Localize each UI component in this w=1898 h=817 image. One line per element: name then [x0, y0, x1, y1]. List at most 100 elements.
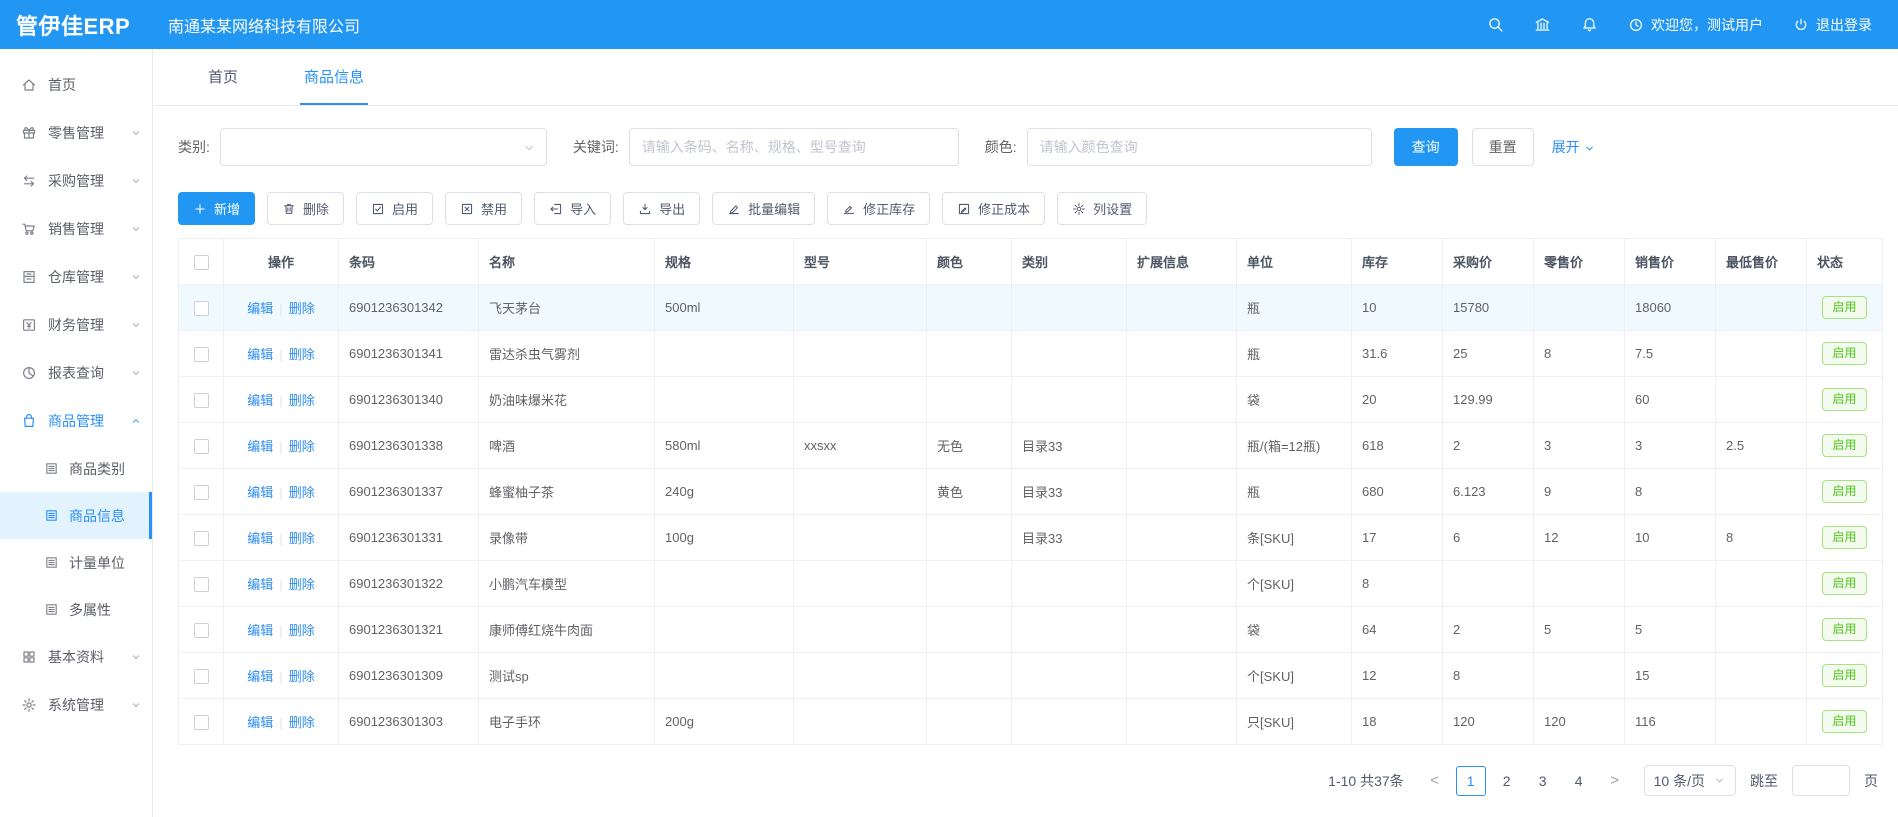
- disable-button[interactable]: 禁用: [445, 192, 522, 225]
- delete-link[interactable]: 删除: [289, 347, 315, 362]
- sidebar-item-goods-category[interactable]: 商品类别: [0, 445, 152, 492]
- prev-page-button[interactable]: <: [1420, 766, 1450, 796]
- sidebar-item-measure-unit[interactable]: 计量单位: [0, 539, 152, 586]
- expand-filters-link[interactable]: 展开: [1552, 137, 1596, 157]
- cell-stock: 18: [1352, 699, 1443, 745]
- logout-button[interactable]: 退出登录: [1793, 15, 1872, 35]
- welcome-user[interactable]: 欢迎您，测试用户: [1628, 15, 1763, 35]
- next-page-button[interactable]: >: [1600, 766, 1630, 796]
- edit-link[interactable]: 编辑: [247, 669, 273, 684]
- edit-link[interactable]: 编辑: [247, 577, 273, 592]
- reset-button[interactable]: 重置: [1472, 128, 1534, 166]
- edit-link[interactable]: 编辑: [247, 623, 273, 638]
- delete-link[interactable]: 删除: [289, 623, 315, 638]
- edit-link[interactable]: 编辑: [247, 485, 273, 500]
- adjust-cost-button[interactable]: 修正成本: [942, 192, 1045, 225]
- tab-home[interactable]: 首页: [204, 49, 242, 105]
- notifications-button[interactable]: [1581, 16, 1598, 33]
- row-checkbox[interactable]: [194, 531, 209, 546]
- color-input[interactable]: [1027, 128, 1372, 166]
- edit-link[interactable]: 编辑: [247, 531, 273, 546]
- cell-category: [1012, 607, 1127, 653]
- select-all-checkbox[interactable]: [194, 255, 209, 270]
- adjust-stock-button[interactable]: 修正库存: [827, 192, 930, 225]
- cell-name: 测试sp: [479, 653, 655, 699]
- delete-link[interactable]: 删除: [289, 715, 315, 730]
- delete-link[interactable]: 删除: [289, 301, 315, 316]
- sidebar-nav: 首页零售管理采购管理销售管理仓库管理财务管理报表查询商品管理商品类别商品信息计量…: [0, 49, 153, 817]
- cell-retail_price: 12: [1534, 515, 1625, 561]
- row-checkbox[interactable]: [194, 577, 209, 592]
- table-row: 编辑|删除6901236301321康师傅红烧牛肉面袋64255启用: [179, 607, 1883, 653]
- row-checkbox[interactable]: [194, 347, 209, 362]
- edit-link[interactable]: 编辑: [247, 393, 273, 408]
- edit-link[interactable]: 编辑: [247, 439, 273, 454]
- cell-barcode: 6901236301342: [339, 285, 479, 331]
- sidebar-item-warehouse[interactable]: 仓库管理: [0, 253, 152, 301]
- row-actions-cell: 编辑|删除: [224, 377, 339, 423]
- status-badge: 启用: [1822, 388, 1866, 410]
- col-header-stock: 库存: [1352, 239, 1443, 285]
- row-checkbox[interactable]: [194, 715, 209, 730]
- row-checkbox[interactable]: [194, 301, 209, 316]
- delete-link[interactable]: 删除: [289, 393, 315, 408]
- page-button-4[interactable]: 4: [1564, 766, 1594, 796]
- search-button[interactable]: [1487, 16, 1504, 33]
- toolbar-button-label: 修正库存: [863, 199, 915, 218]
- delete-link[interactable]: 删除: [289, 439, 315, 454]
- home-icon-wrap: [21, 77, 37, 93]
- enable-button[interactable]: 启用: [356, 192, 433, 225]
- import-button[interactable]: 导入: [534, 192, 611, 225]
- batch-edit-button[interactable]: 批量编辑: [712, 192, 815, 225]
- sidebar-item-multi-attr[interactable]: 多属性: [0, 586, 152, 633]
- cell-stock: 31.6: [1352, 331, 1443, 377]
- row-checkbox[interactable]: [194, 623, 209, 638]
- sidebar-item-system[interactable]: 系统管理: [0, 681, 152, 729]
- search-submit-button[interactable]: 查询: [1394, 128, 1458, 166]
- edit-link[interactable]: 编辑: [247, 715, 273, 730]
- column-settings-button[interactable]: 列设置: [1057, 192, 1147, 225]
- keyword-input[interactable]: [629, 128, 959, 166]
- delete-button[interactable]: 删除: [267, 192, 344, 225]
- sidebar-item-retail[interactable]: 零售管理: [0, 109, 152, 157]
- sidebar-item-home[interactable]: 首页: [0, 61, 152, 109]
- row-actions-cell: 编辑|删除: [224, 423, 339, 469]
- cell-name: 飞天茅台: [479, 285, 655, 331]
- exchange-icon: [21, 173, 37, 189]
- workbench-button[interactable]: [1534, 16, 1551, 33]
- status-badge: 启用: [1822, 342, 1866, 364]
- delete-link[interactable]: 删除: [289, 669, 315, 684]
- clock-icon: [1628, 17, 1644, 33]
- sidebar-item-goods-info[interactable]: 商品信息: [0, 492, 152, 539]
- page-size-select[interactable]: 10 条/页: [1644, 765, 1736, 796]
- jump-page-input[interactable]: [1792, 765, 1850, 796]
- sidebar-item-sales[interactable]: 销售管理: [0, 205, 152, 253]
- page-button-2[interactable]: 2: [1492, 766, 1522, 796]
- cell-ext: [1127, 469, 1237, 515]
- search-icon: [1487, 16, 1504, 33]
- row-checkbox[interactable]: [194, 439, 209, 454]
- delete-link[interactable]: 删除: [289, 577, 315, 592]
- sidebar-item-goods[interactable]: 商品管理: [0, 397, 152, 445]
- sidebar-item-report[interactable]: 报表查询: [0, 349, 152, 397]
- cell-model: [794, 699, 927, 745]
- table-row: 编辑|删除6901236301331录像带100g目录33条[SKU]17612…: [179, 515, 1883, 561]
- delete-link[interactable]: 删除: [289, 485, 315, 500]
- tab-product-info[interactable]: 商品信息: [300, 49, 368, 105]
- sidebar-item-purchase[interactable]: 采购管理: [0, 157, 152, 205]
- app-logo[interactable]: 管伊佳ERP: [0, 9, 152, 41]
- row-checkbox[interactable]: [194, 669, 209, 684]
- edit-link[interactable]: 编辑: [247, 301, 273, 316]
- export-button[interactable]: 导出: [623, 192, 700, 225]
- delete-link[interactable]: 删除: [289, 531, 315, 546]
- row-checkbox[interactable]: [194, 485, 209, 500]
- sidebar-item-basic-data[interactable]: 基本资料: [0, 633, 152, 681]
- add-button[interactable]: 新增: [178, 192, 255, 225]
- row-checkbox[interactable]: [194, 393, 209, 408]
- category-select[interactable]: [220, 128, 547, 166]
- cell-retail_price: [1534, 653, 1625, 699]
- edit-link[interactable]: 编辑: [247, 347, 273, 362]
- page-button-1[interactable]: 1: [1456, 766, 1486, 796]
- page-button-3[interactable]: 3: [1528, 766, 1558, 796]
- sidebar-item-finance[interactable]: 财务管理: [0, 301, 152, 349]
